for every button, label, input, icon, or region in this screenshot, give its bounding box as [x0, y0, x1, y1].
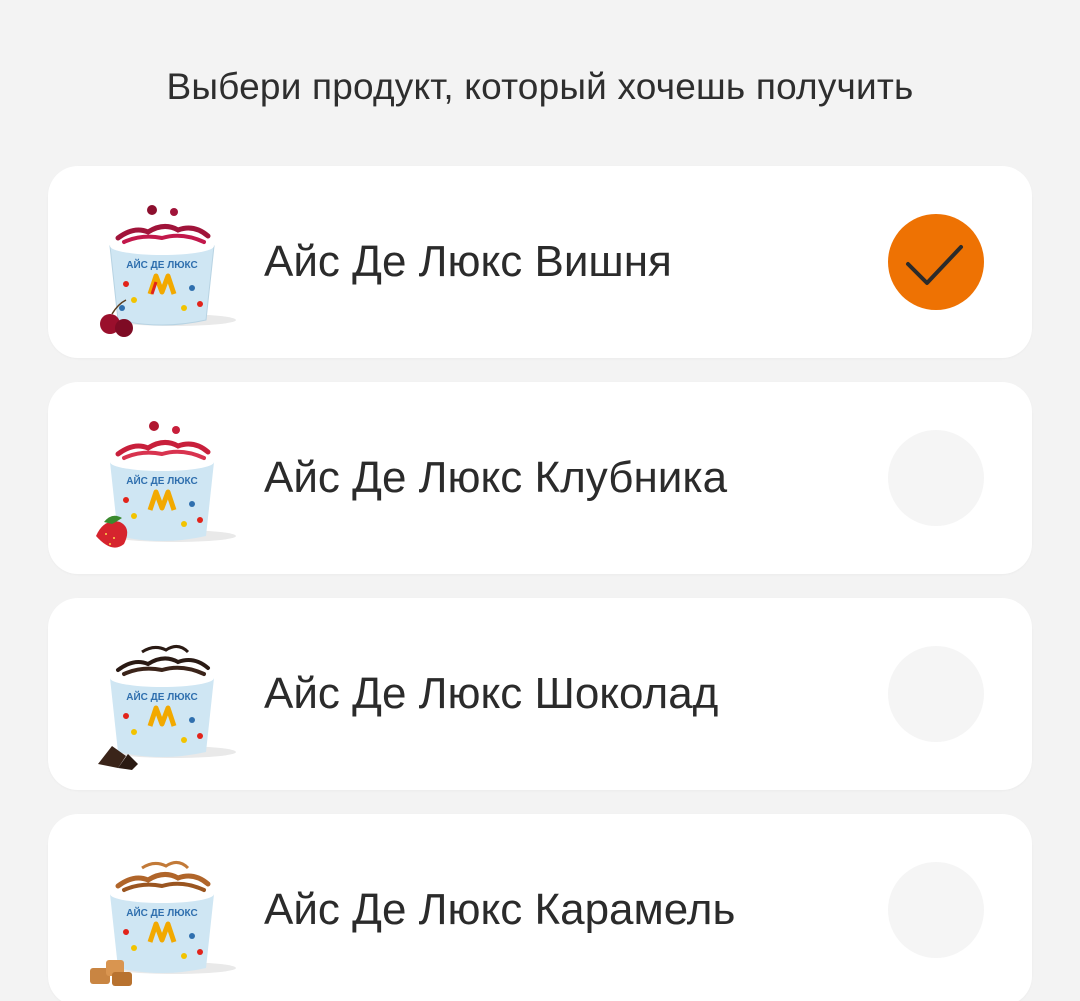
- selection-checkbox[interactable]: [888, 430, 984, 526]
- product-choice-screen: Выбери продукт, который хочешь получить …: [0, 0, 1080, 1001]
- ice-cream-caramel-icon: АЙС ДЕ ЛЮКС: [82, 844, 246, 994]
- selection-checkbox[interactable]: [888, 862, 984, 958]
- product-option-cherry[interactable]: АЙС ДЕ ЛЮКС Айс Де Люкс Вишня: [48, 166, 1032, 358]
- product-option-chocolate[interactable]: АЙС ДЕ ЛЮКС Айс Де Люкс Шоколад: [48, 598, 1032, 790]
- svg-text:АЙС ДЕ ЛЮКС: АЙС ДЕ ЛЮКС: [126, 474, 198, 487]
- svg-text:АЙС ДЕ ЛЮКС: АЙС ДЕ ЛЮКС: [126, 690, 198, 703]
- product-name: Айс Де Люкс Шоколад: [264, 669, 719, 718]
- selection-checkbox[interactable]: [888, 646, 984, 742]
- ice-cream-cherry-icon: АЙС ДЕ ЛЮКС: [82, 196, 246, 346]
- product-name: Айс Де Люкс Клубника: [264, 453, 728, 502]
- svg-text:АЙС ДЕ ЛЮКС: АЙС ДЕ ЛЮКС: [126, 258, 198, 271]
- ice-cream-strawberry-icon: АЙС ДЕ ЛЮКС: [82, 412, 246, 562]
- product-name: Айс Де Люкс Карамель: [264, 885, 736, 934]
- ice-cream-chocolate-icon: АЙС ДЕ ЛЮКС: [82, 628, 246, 778]
- svg-text:АЙС ДЕ ЛЮКС: АЙС ДЕ ЛЮКС: [126, 906, 198, 919]
- product-option-caramel[interactable]: АЙС ДЕ ЛЮКС Айс Де Люкс Карамель: [48, 814, 1032, 1001]
- product-option-strawberry[interactable]: АЙС ДЕ ЛЮКС Айс Де Люкс Клубника: [48, 382, 1032, 574]
- checkmark-icon: [906, 245, 963, 285]
- selection-checkbox-checked[interactable]: [888, 214, 984, 310]
- product-list: АЙС ДЕ ЛЮКС Айс Де Люкс Вишня АЙС ДЕ ЛЮК…: [48, 166, 1032, 1001]
- page-title: Выбери продукт, который хочешь получить: [166, 66, 914, 107]
- product-name: Айс Де Люкс Вишня: [264, 237, 672, 286]
